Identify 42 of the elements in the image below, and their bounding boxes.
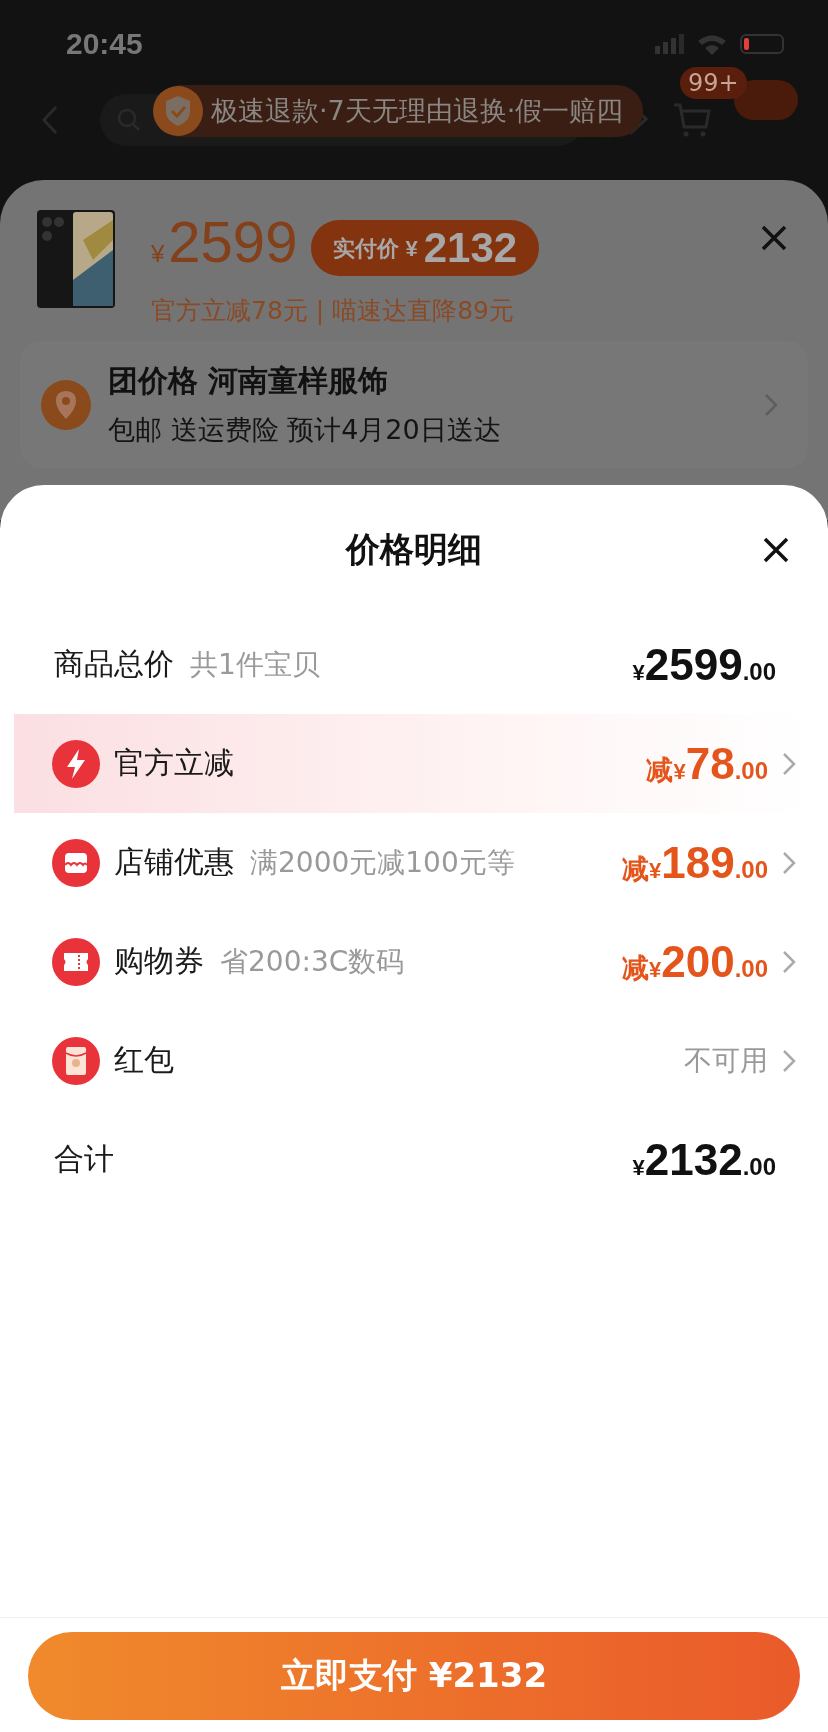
chevron-right-icon	[764, 392, 778, 417]
row-note: 省200:3C数码	[220, 943, 405, 980]
chevron-right-icon[interactable]	[782, 949, 796, 974]
ticket-icon	[52, 937, 100, 986]
row-label: 官方立减	[114, 744, 234, 782]
wifi-icon	[698, 33, 726, 55]
row-label: 购物券	[114, 942, 204, 980]
discount-amount: 减¥78.00	[646, 738, 768, 789]
cart-icon[interactable]	[672, 101, 712, 139]
close-icon[interactable]	[762, 536, 790, 564]
more-button[interactable]	[734, 80, 798, 120]
discount-amount: 减¥200.00	[621, 936, 768, 987]
guarantee-toast: 极速退款·7天无理由退换·假一赔四	[177, 85, 644, 137]
row-label: 店铺优惠	[114, 843, 234, 881]
address-subtitle: 包邮 送运费险 预计4月20日送达	[108, 413, 502, 447]
row-label: 合计	[54, 1140, 114, 1178]
shop-icon	[52, 838, 100, 887]
row-status: 不可用	[684, 1042, 768, 1079]
row-label: 红包	[114, 1041, 174, 1079]
chevron-right-icon[interactable]	[782, 850, 796, 875]
address-title: 团价格 河南童样服饰	[108, 362, 390, 400]
pay-now-button[interactable]: 立即支付 ¥2132	[28, 1632, 800, 1720]
row-label: 商品总价	[54, 645, 174, 683]
sheet-title: 价格明细	[346, 528, 482, 571]
chevron-right-icon[interactable]	[782, 1048, 796, 1073]
pay-price-tag: $^{实付价 ¥}$2132	[311, 220, 540, 276]
location-pin-icon	[40, 378, 92, 431]
lightning-icon	[52, 739, 100, 788]
promo-text: 官方立减78元 | 喵速达直降89元	[151, 295, 515, 327]
product-price: ¥2599	[151, 210, 298, 276]
row-note: 共1件宝贝	[190, 646, 320, 683]
amount: ¥2599.00	[632, 639, 776, 690]
row-note: 满2000元减100元等	[250, 844, 515, 881]
signal-icon	[655, 34, 684, 54]
discount-amount: 减¥189.00	[621, 837, 768, 888]
chevron-right-icon[interactable]	[782, 751, 796, 776]
back-icon[interactable]	[40, 104, 60, 136]
status-time: 20:45	[66, 27, 143, 61]
envelope-icon	[52, 1036, 100, 1085]
cart-badge: 99+	[680, 67, 747, 99]
battery-icon	[740, 34, 784, 54]
amount: ¥2132.00	[632, 1134, 776, 1185]
